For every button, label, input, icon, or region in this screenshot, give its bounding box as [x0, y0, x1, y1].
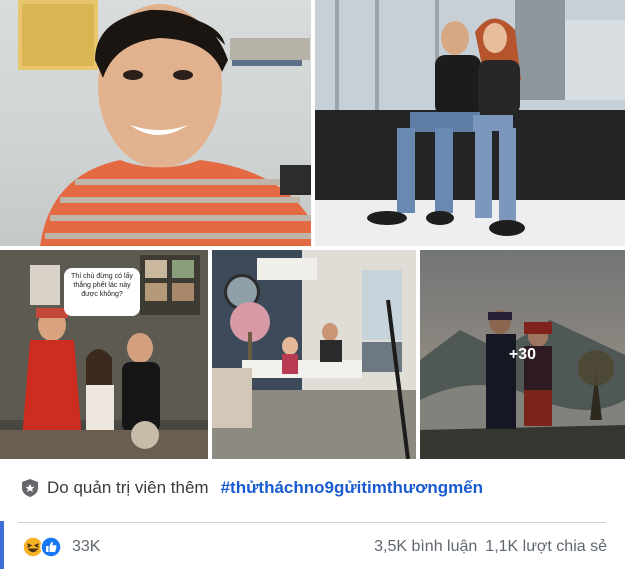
admin-added-text: Do quản trị viên thêm	[47, 478, 209, 497]
accent-bar	[0, 521, 4, 569]
photo-dressing-room[interactable]: Thí chủ đừng có lấy thắng phết lác này đ…	[0, 250, 208, 459]
reaction-count: 33K	[72, 538, 101, 555]
hashtag-link[interactable]: #thửtháchno9gửitimthươngmến	[221, 478, 483, 498]
selfie-image	[18, 0, 311, 246]
photo-selfie[interactable]	[0, 0, 311, 246]
reactions-summary[interactable]: 33K	[22, 536, 100, 558]
shield-icon	[22, 479, 38, 497]
like-icon	[40, 536, 62, 558]
admin-added-line: Do quản trị viên thêm #thửtháchno9gửitim…	[21, 476, 483, 500]
engagement-stats: 3,5K bình luận 1,1K lượt chia sẻ	[374, 538, 607, 556]
couple-image	[315, 0, 625, 246]
divider	[18, 522, 606, 523]
shares-count[interactable]: 1,1K lượt chia sẻ	[485, 538, 607, 556]
apartment-image	[212, 250, 416, 459]
more-photos-count: +30	[508, 345, 537, 363]
photo-grid: Thí chủ đừng có lấy thắng phết lác này đ…	[0, 0, 625, 459]
photo-apartment[interactable]	[212, 250, 416, 459]
comments-count[interactable]: 3,5K bình luận	[374, 538, 477, 556]
speech-bubble: Thí chủ đừng có lấy thắng phết lác này đ…	[64, 268, 140, 316]
more-photos-overlay[interactable]: +30	[420, 250, 625, 459]
photo-mountain-couple[interactable]: +30	[420, 250, 625, 459]
photo-couple-building[interactable]	[315, 0, 625, 246]
